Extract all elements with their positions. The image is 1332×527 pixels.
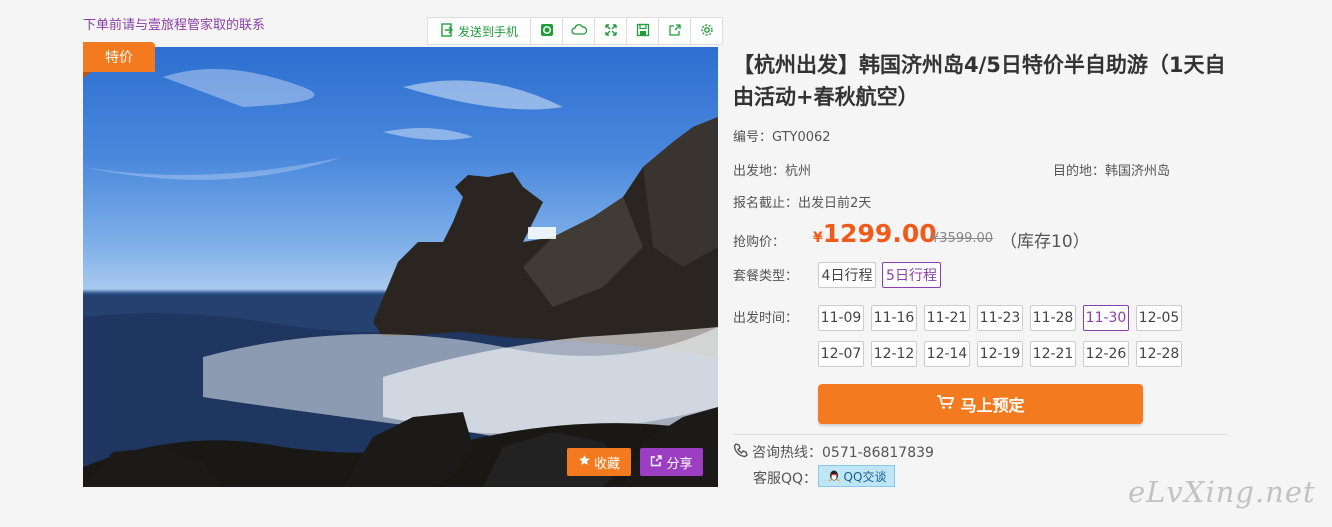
price-value: 1299.00 [822,219,937,248]
package-option[interactable]: 5日行程 [882,262,941,288]
cloud-icon [570,23,587,39]
book-now-label: 马上预定 [960,396,1025,415]
date-option[interactable]: 11-30 [1083,305,1129,331]
fullscreen-button[interactable] [595,18,627,44]
date-option[interactable]: 12-05 [1136,305,1182,331]
qq-label: 客服QQ： [753,471,818,487]
destination: 目的地：韩国济州岛 [1053,164,1171,179]
qq-chat-button[interactable]: QQ交谈 [818,465,895,487]
package-option[interactable]: 4日行程 [818,262,876,288]
phone-icon [733,442,749,462]
qq-penguin-icon [827,468,841,485]
share-icon [650,454,663,471]
settings-button[interactable] [691,18,722,44]
price-label: 抢购价： [733,235,786,250]
date-option[interactable]: 12-12 [871,341,917,367]
date-option[interactable]: 11-09 [818,305,864,331]
date-option[interactable]: 12-19 [977,341,1023,367]
star-icon [578,454,591,471]
wechat-icon [540,23,554,40]
departure-city: 出发地：杭州 [733,164,812,179]
hotline: 咨询热线：0571-86817839 [733,442,934,462]
qq-chat-label: QQ交谈 [843,469,887,484]
departure-date-label: 出发时间： [733,311,799,326]
favorite-button[interactable]: 收藏 [567,448,631,476]
save-button[interactable] [627,18,659,44]
stock-count: （库存10） [1000,232,1090,252]
date-option[interactable]: 12-07 [818,341,864,367]
contact-notice: 下单前请与壹旅程管家取的联系 [83,18,266,33]
product-title: 【杭州出发】韩国济州岛4/5日特价半自助游（1天自由活动+春秋航空） [733,53,1226,109]
cloud-button[interactable] [563,18,595,44]
send-to-phone-icon [440,22,454,40]
share-button[interactable]: 分享 [640,448,703,476]
hotline-text: 咨询热线：0571-86817839 [752,445,934,461]
date-option[interactable]: 11-23 [977,305,1023,331]
current-price: ¥1299.00 [813,219,937,248]
date-option[interactable]: 12-14 [924,341,970,367]
product-photo [83,47,718,487]
date-option[interactable]: 12-21 [1030,341,1076,367]
product-code: 编号：GTY0062 [733,130,831,145]
fullscreen-icon [604,23,618,40]
share-label: 分享 [666,456,693,472]
share-out-button[interactable] [659,18,691,44]
send-to-phone-label: 发送到手机 [457,24,518,39]
date-option[interactable]: 12-28 [1136,341,1182,367]
currency-symbol: ¥ [813,230,823,246]
original-price: ¥3599.00 [931,231,994,246]
signup-deadline: 报名截止：出发日前2天 [733,196,872,211]
cart-icon [936,394,955,414]
favorite-label: 收藏 [593,456,620,472]
settings-icon [700,23,714,40]
special-offer-badge: 特价 [83,42,155,78]
date-option[interactable]: 11-16 [871,305,917,331]
send-to-phone-button[interactable]: 发送到手机 [428,18,531,44]
date-option[interactable]: 11-28 [1030,305,1076,331]
date-option[interactable]: 11-21 [924,305,970,331]
divider [733,434,1228,435]
book-now-button[interactable]: 马上预定 [818,384,1143,424]
package-type-label: 套餐类型： [733,269,799,284]
date-option[interactable]: 12-26 [1083,341,1129,367]
share-toolbar: 发送到手机 [427,17,723,45]
watermark: eLvXing.net [1128,475,1316,509]
wechat-button[interactable] [531,18,563,44]
save-icon [636,23,650,40]
share-out-icon [668,23,682,40]
